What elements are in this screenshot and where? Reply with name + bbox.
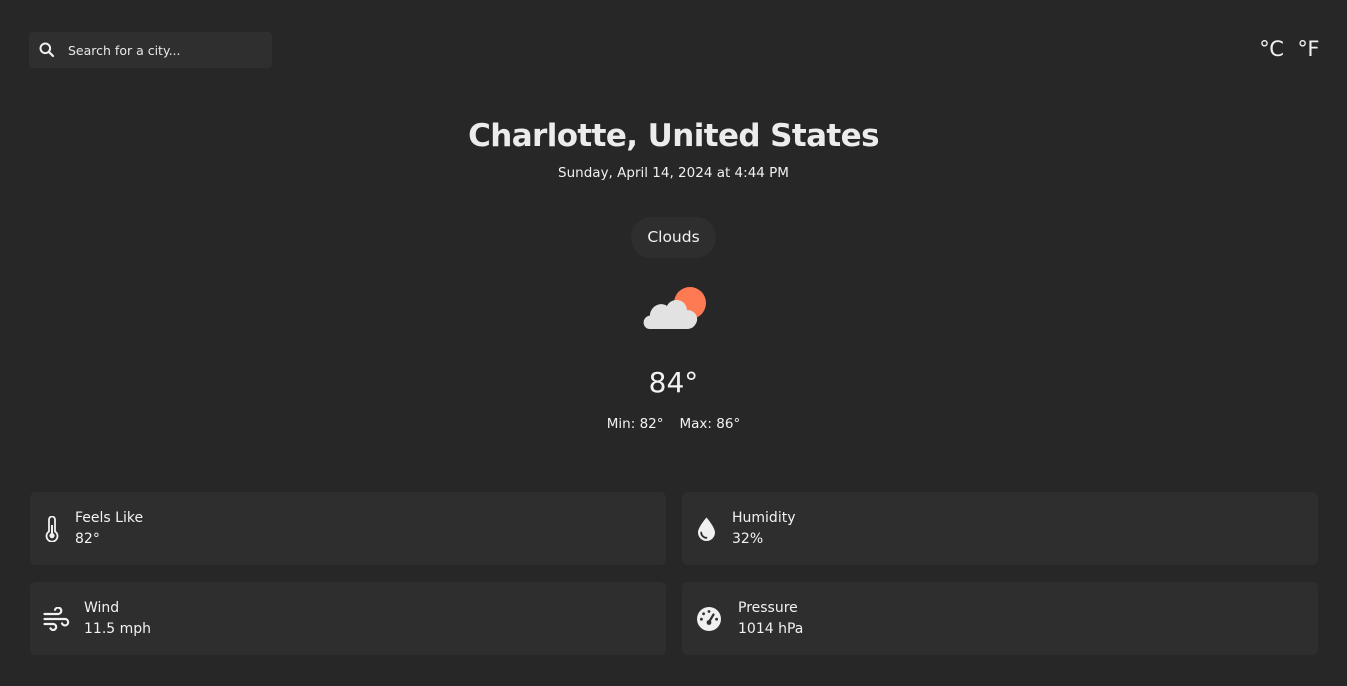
feels-like-card: Feels Like 82° (30, 492, 666, 565)
weather-app: °C °F Charlotte, United States Sunday, A… (0, 0, 1347, 686)
pressure-card: Pressure 1014 hPa (682, 582, 1318, 655)
search-bar[interactable] (29, 32, 272, 68)
local-datetime: Sunday, April 14, 2024 at 4:44 PM (558, 165, 789, 181)
fahrenheit-button[interactable]: °F (1297, 37, 1319, 61)
pressure-label: Pressure (738, 599, 798, 616)
condition-badge: Clouds (631, 217, 716, 258)
pressure-value: 1014 hPa (738, 620, 804, 637)
current-temperature: 84° (648, 366, 699, 399)
partly-cloudy-icon (643, 287, 706, 329)
humidity-value: 32% (732, 530, 764, 547)
search-icon[interactable] (38, 41, 56, 59)
feels-like-label: Feels Like (75, 509, 144, 526)
temperature-range: Min: 82° Max: 86° (0, 416, 1347, 432)
city-title: Charlotte, United States (468, 118, 879, 154)
wind-label: Wind (84, 599, 120, 616)
wind-value: 11.5 mph (84, 620, 152, 637)
humidity-label: Humidity (732, 509, 796, 526)
wind-card: Wind 11.5 mph (30, 582, 666, 655)
droplet-icon (698, 517, 715, 541)
min-temperature: Min: 82° (606, 416, 664, 432)
search-input[interactable] (68, 42, 258, 58)
unit-toggle: °C °F (1259, 37, 1319, 61)
thermometer-icon (45, 515, 59, 542)
feels-like-value: 82° (75, 530, 100, 547)
max-temperature: Max: 86° (679, 416, 741, 432)
humidity-card: Humidity 32% (682, 492, 1318, 565)
celsius-button[interactable]: °C (1259, 37, 1284, 61)
wind-icon (43, 606, 70, 631)
gauge-icon (697, 606, 721, 631)
